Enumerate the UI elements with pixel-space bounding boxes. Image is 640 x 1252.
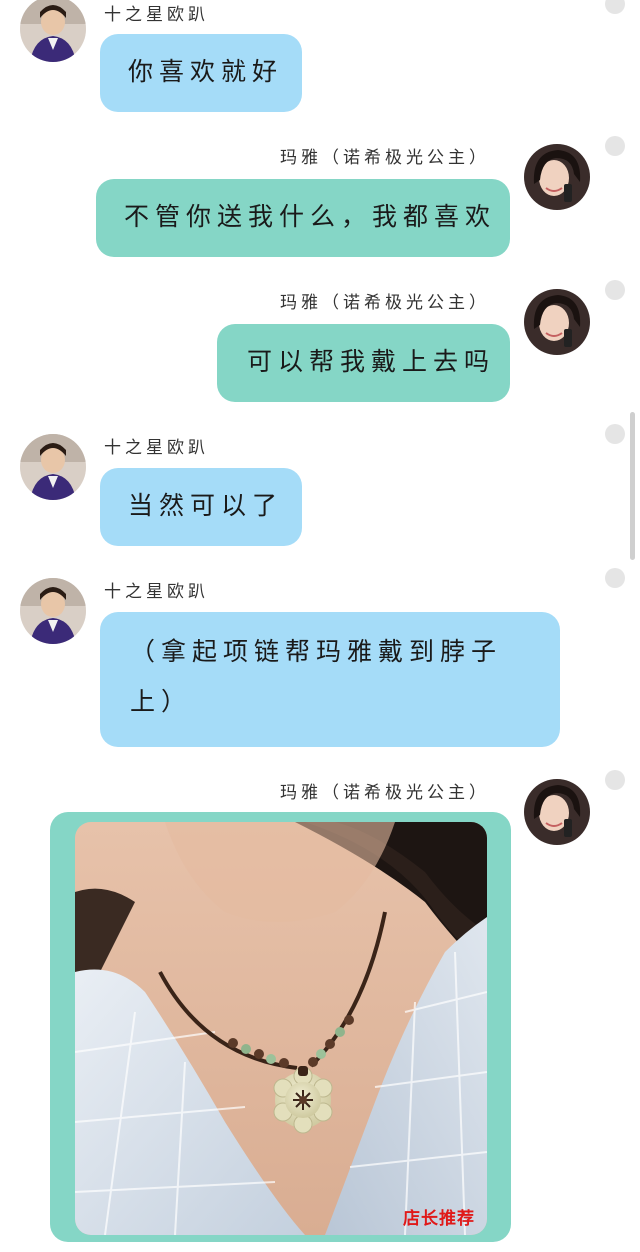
status-dot-icon [605,0,625,14]
sender-name: 十之星欧趴 [104,438,209,458]
sender-name: 十之星欧趴 [104,5,209,25]
avatar-left[interactable] [20,0,86,62]
status-dot-icon [605,280,625,300]
scrollbar[interactable] [630,412,635,560]
status-dot-icon [605,424,625,444]
avatar-right[interactable] [524,779,590,845]
message-bubble[interactable]: 不管你送我什么，我都喜欢 [96,179,510,257]
avatar-right[interactable] [524,289,590,355]
avatar-left[interactable] [20,578,86,644]
sender-name: 玛雅（诺希极光公主） [280,293,490,313]
message-line: （拿起项链帮玛雅戴到脖子 [130,637,503,666]
message-bubble[interactable]: （拿起项链帮玛雅戴到脖子 上） [100,612,560,747]
status-dot-icon [605,568,625,588]
avatar-left[interactable] [20,434,86,500]
status-dot-icon [605,136,625,156]
chat-screen: 十之星欧趴 你喜欢就好 玛雅（诺希极光公主） 不管你送我什么，我都喜欢 玛雅（诺… [0,0,640,1252]
message-bubble[interactable]: 当然可以了 [100,468,302,546]
avatar-right[interactable] [524,144,590,210]
sender-name: 玛雅（诺希极光公主） [280,783,490,803]
status-dot-icon [605,770,625,790]
sender-name: 十之星欧趴 [104,582,209,602]
necklace-photo[interactable]: 店长推荐 [75,822,487,1235]
message-line: 上） [130,687,193,716]
sender-name: 玛雅（诺希极光公主） [280,148,490,168]
message-bubble[interactable]: 你喜欢就好 [100,34,302,112]
image-message[interactable]: 店长推荐 [50,812,511,1242]
message-bubble[interactable]: 可以帮我戴上去吗 [217,324,510,402]
photo-caption: 店长推荐 [403,1209,475,1229]
